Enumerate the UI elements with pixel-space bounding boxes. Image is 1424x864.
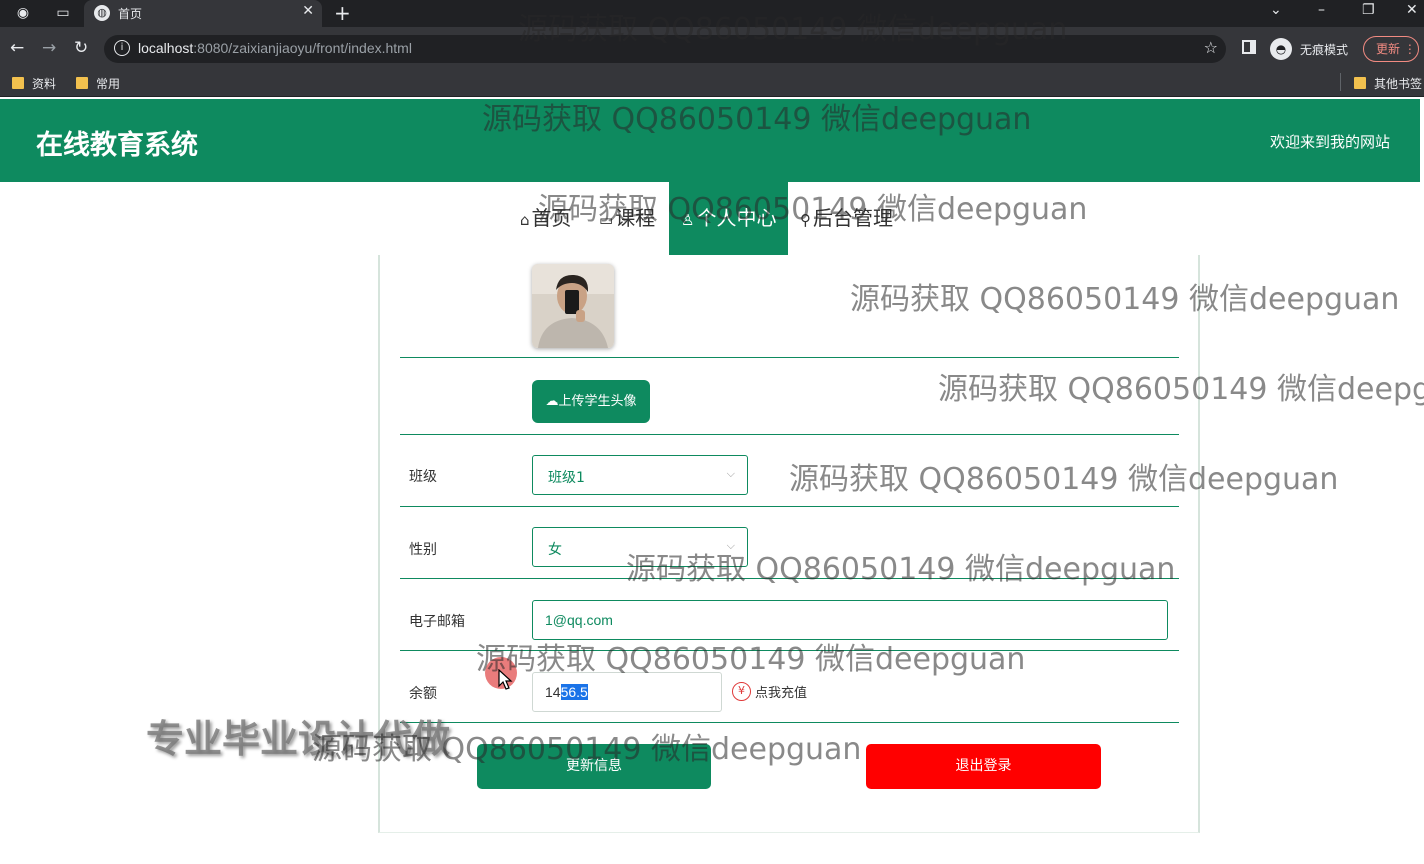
upload-avatar-button[interactable]: ☁上传学生头像 (532, 380, 650, 423)
other-bookmarks-label: 其他书签 (1374, 77, 1423, 91)
chrome-icon[interactable]: ◉ (14, 4, 32, 22)
bookmark-label: 常用 (96, 77, 121, 91)
folder-icon (1354, 77, 1366, 89)
back-icon[interactable]: ← (10, 38, 24, 58)
minimize-icon[interactable]: – (1318, 2, 1325, 18)
chevron-down-icon[interactable]: ⌄ (1270, 2, 1282, 18)
watermark-text: 源码获取 QQ86050149 微信deepguan (850, 282, 1400, 317)
divider (400, 357, 1179, 358)
update-label: 更新 (1376, 42, 1401, 56)
info-icon[interactable]: i (114, 40, 130, 56)
divider (400, 434, 1179, 435)
bookmark-folder-1[interactable]: 资料 (12, 75, 56, 92)
watermark-text: 源码获取 QQ86050149 微信deepguan (626, 552, 1176, 587)
class-value: 班级1 (548, 470, 585, 486)
update-button[interactable]: 更新 ⋮ (1363, 36, 1419, 62)
bookmarks-bar (0, 69, 1424, 97)
yen-icon: ¥ (732, 682, 751, 701)
new-tab-icon[interactable]: + (334, 1, 351, 25)
url-text[interactable]: localhost:8080/zaixianjiaoyu/front/index… (138, 40, 412, 56)
url-path: :8080/zaixianjiaoyu/front/index.html (193, 40, 412, 56)
incognito-label: 无痕模式 (1300, 43, 1349, 57)
avatar-photo (532, 264, 614, 348)
bookmark-folder-2[interactable]: 常用 (76, 75, 120, 92)
divider (400, 722, 1179, 723)
email-label: 电子邮箱 (409, 614, 465, 630)
class-label: 班级 (409, 469, 437, 485)
chevron-down-icon: ⌵ (726, 467, 735, 480)
bookmark-separator (1340, 73, 1341, 91)
recharge-label: 点我充值 (755, 686, 808, 701)
watermark-text: 源码获取 QQ86050149 微信deepguan (482, 102, 1032, 137)
watermark-text: 源码获取 QQ86050149 微信deepguan (789, 462, 1339, 497)
student-avatar (532, 264, 614, 348)
restore-icon[interactable]: ❐ (1362, 2, 1375, 18)
bookmark-label: 资料 (32, 77, 57, 91)
welcome-text: 欢迎来到我的网站 (1269, 133, 1390, 151)
folder-icon (12, 77, 24, 89)
logout-button[interactable]: 退出登录 (866, 744, 1101, 789)
home-icon: ⌂ (520, 211, 530, 229)
recharge-link[interactable]: ¥ 点我充值 (732, 681, 807, 701)
window-icon[interactable]: ▭ (54, 4, 72, 22)
balance-value-selected: 56.5 (560, 684, 588, 700)
site-title: 在线教育系统 (36, 130, 198, 161)
balance-value-prefix: 14 (545, 684, 561, 700)
cloud-upload-icon: ☁ (545, 394, 559, 409)
watermark-text: 源码获取 QQ86050149 微信deepguan (312, 732, 862, 767)
side-panel-icon[interactable] (1242, 40, 1256, 54)
class-select[interactable]: 班级1 ⌵ (532, 455, 748, 495)
divider (400, 506, 1179, 507)
folder-icon (76, 77, 88, 89)
browser-tab[interactable]: ◍ 首页 ✕ (84, 0, 322, 27)
gender-label: 性别 (409, 542, 437, 558)
globe-icon: ◍ (94, 5, 110, 21)
upload-avatar-label: 上传学生头像 (558, 394, 637, 409)
watermark-text: 源码获取 QQ86050149 微信deepguan (538, 192, 1088, 227)
incognito-icon: ◓ (1270, 38, 1292, 60)
watermark-text: 源码获取 QQ86050149 微信deepguan (476, 642, 1026, 677)
window-close-icon[interactable]: ✕ (1406, 2, 1418, 18)
close-tab-icon[interactable]: ✕ (302, 3, 314, 19)
bookmark-star-icon[interactable]: ☆ (1204, 38, 1218, 57)
balance-field[interactable]: 1456.5 (532, 672, 722, 712)
watermark-text: 源码获取 QQ86050149 微信deepgu (938, 372, 1424, 407)
other-bookmarks[interactable]: 其他书签 (1354, 75, 1422, 92)
balance-label: 余额 (409, 686, 437, 702)
tab-title: 首页 (118, 7, 143, 21)
reload-icon[interactable]: ↻ (74, 38, 88, 58)
gender-value: 女 (548, 542, 562, 558)
forward-icon[interactable]: → (42, 38, 56, 58)
url-host: localhost (138, 40, 194, 56)
watermark-text: 源码获取 QQ86050149 微信deepguan (518, 12, 1068, 47)
